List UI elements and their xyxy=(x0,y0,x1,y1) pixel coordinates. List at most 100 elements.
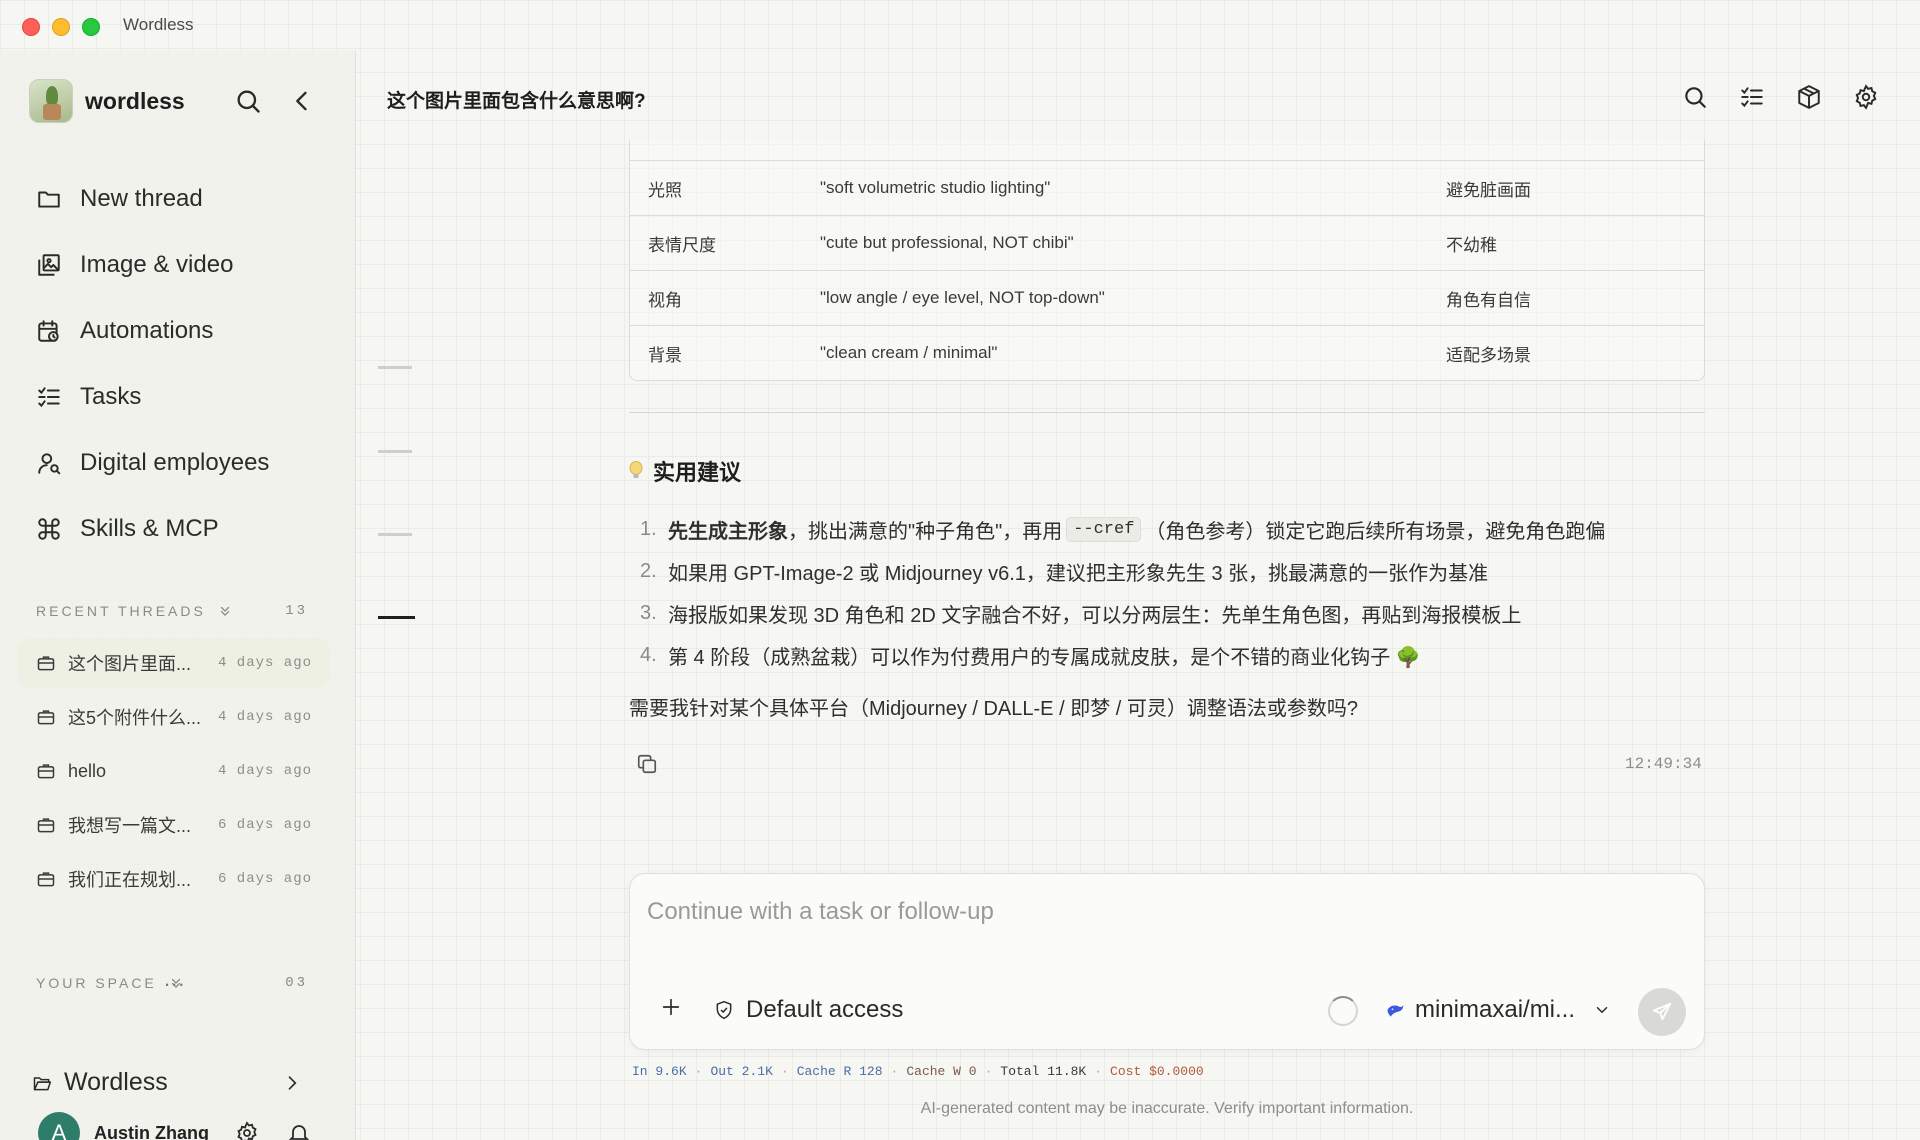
thread-time: 4 days ago xyxy=(217,709,312,725)
access-selector[interactable]: Default access xyxy=(714,996,903,1024)
table-cell: "soft volumetric studio lighting" xyxy=(820,178,1051,197)
minimize-window-button[interactable] xyxy=(52,18,70,36)
table-row: 表情尺度 "cute but professional, NOT chibi" … xyxy=(630,215,1704,270)
list-item: 2. 如果用 GPT-Image-2 或 Midjourney v6.1，建议把… xyxy=(640,550,1720,592)
nav-digital-employees[interactable]: Digital employees xyxy=(36,430,336,496)
nav-skills-mcp[interactable]: Skills & MCP xyxy=(36,496,336,562)
model-name: minimaxai/mi... xyxy=(1415,996,1576,1023)
window-title: Wordless xyxy=(123,15,194,34)
user-name[interactable]: Austin Zhang xyxy=(94,1123,209,1140)
package-icon[interactable] xyxy=(1796,84,1822,110)
table-cell: "clean cream / minimal" xyxy=(820,343,998,362)
copy-icon[interactable] xyxy=(636,753,658,775)
your-space-header[interactable]: YOUR SPACE 03 xyxy=(36,975,308,991)
table-cell: 光照 xyxy=(648,180,682,200)
stat-separator: · xyxy=(1094,1064,1103,1079)
stat-separator: · xyxy=(694,1064,703,1079)
thread-title: 这5个附件什么... xyxy=(68,708,202,728)
nav-label: Skills & MCP xyxy=(80,515,219,542)
list-number: 3. xyxy=(640,601,657,624)
inline-code: --cref xyxy=(1066,516,1142,542)
outline-marker[interactable] xyxy=(378,366,412,369)
search-icon[interactable] xyxy=(1682,84,1708,110)
thread-time: 4 days ago xyxy=(217,763,312,779)
thread-item[interactable]: 我们正在规划... 6 days ago xyxy=(18,854,330,904)
folder-open-icon xyxy=(33,1076,52,1090)
tip-bold: 先生成主形象 xyxy=(668,520,788,543)
space-item-wordless[interactable]: Wordless xyxy=(32,1068,314,1097)
thread-item[interactable]: 这5个附件什么... 4 days ago xyxy=(18,692,330,742)
thread-item[interactable]: 这个图片里面... 4 days ago xyxy=(18,638,330,688)
outline-marker[interactable] xyxy=(378,450,412,453)
space-name: Wordless xyxy=(64,1068,168,1096)
stat-separator: · xyxy=(780,1064,789,1079)
nav-tasks[interactable]: Tasks xyxy=(36,364,336,430)
tips-title: 实用建议 xyxy=(653,460,742,485)
tip-text: 海报版如果发现 3D 角色和 2D 文字融合不好，可以分两层生：先单生角色图，再… xyxy=(668,604,1522,627)
nav-label: Image & video xyxy=(80,251,234,278)
send-button[interactable] xyxy=(1638,988,1686,1036)
stat-total: Total 11.8K xyxy=(1000,1064,1087,1079)
gear-icon[interactable] xyxy=(235,1121,259,1140)
thread-title: 这个图片里面... xyxy=(68,654,192,674)
token-stats: In 9.6K · Out 2.1K · Cache R 128 · Cache… xyxy=(632,1064,1204,1079)
avatar[interactable]: A xyxy=(38,1112,80,1140)
plus-icon[interactable] xyxy=(660,996,682,1018)
tips-list: 1. 先生成主形象 ，挑出满意的"种子角色"，再用 --cref （角色参考）锁… xyxy=(640,508,1720,676)
thread-item[interactable]: 我想写一篇文... 6 days ago xyxy=(18,800,330,850)
chevron-down-icon xyxy=(1596,1007,1608,1014)
list-number: 2. xyxy=(640,559,657,582)
recent-threads-header[interactable]: RECENT THREADS 13 xyxy=(36,603,308,619)
table-cell: "cute but professional, NOT chibi" xyxy=(820,233,1074,252)
stat-in: In 9.6K xyxy=(632,1064,687,1079)
briefcase-icon xyxy=(37,818,55,833)
thread-title: 我想写一篇文... xyxy=(68,816,192,836)
thread-time: 6 days ago xyxy=(217,817,312,833)
search-icon[interactable] xyxy=(234,87,262,115)
divider xyxy=(629,412,1705,413)
recent-threads-count: 13 xyxy=(285,603,308,619)
briefcase-icon xyxy=(37,872,55,887)
close-window-button[interactable] xyxy=(22,18,40,36)
table-cell: "low angle / eye level, NOT top-down" xyxy=(820,288,1105,307)
outline-marker[interactable] xyxy=(378,533,412,536)
thread-title: 我们正在规划... xyxy=(68,870,192,890)
thread-time: 6 days ago xyxy=(217,871,312,887)
nav-image-video[interactable]: Image & video xyxy=(36,232,336,298)
main-nav: New thread Image & video Automations Tas… xyxy=(36,166,336,562)
model-selector[interactable]: minimaxai/mi... xyxy=(1385,996,1621,1024)
bell-icon[interactable] xyxy=(287,1121,311,1140)
zoom-window-button[interactable] xyxy=(82,18,100,36)
list-item: 3. 海报版如果发现 3D 角色和 2D 文字融合不好，可以分两层生：先单生角色… xyxy=(640,592,1720,634)
sidebar: wordless New thread Image & video Automa… xyxy=(0,50,356,1140)
list-item: 1. 先生成主形象 ，挑出满意的"种子角色"，再用 --cref （角色参考）锁… xyxy=(640,508,1720,550)
send-icon xyxy=(1652,1002,1672,1021)
table-row: 视角 "low angle / eye level, NOT top-down"… xyxy=(630,270,1704,325)
calendar-clock-icon xyxy=(38,320,59,342)
collapse-sidebar-icon[interactable] xyxy=(288,87,316,115)
table-cell: 表情尺度 xyxy=(648,235,716,255)
image-icon xyxy=(38,254,60,276)
message-input[interactable]: Continue with a task or follow-up xyxy=(647,898,994,926)
thread-item[interactable]: hello 4 days ago xyxy=(18,746,330,796)
checklist-icon[interactable] xyxy=(1739,84,1765,110)
thread-title-header: 这个图片里面包含什么意思啊? xyxy=(387,91,646,112)
app-logo xyxy=(29,79,73,123)
follow-up-question: 需要我针对某个具体平台（Midjourney / DALL-E / 即梦 / 可… xyxy=(629,698,1358,720)
table-row: 背景 "clean cream / minimal" 适配多场景 xyxy=(630,325,1704,380)
thread-time: 4 days ago xyxy=(217,655,312,671)
brand[interactable]: wordless xyxy=(29,79,185,123)
gear-icon[interactable] xyxy=(1853,84,1879,110)
tip-text: 第 4 阶段（成熟盆栽）可以作为付费用户的专属成就皮肤，是个不错的商业化钩子 🌳 xyxy=(668,646,1421,669)
tip-text: ，挑出满意的"种子角色"，再用 xyxy=(788,520,1063,543)
title-bar: Wordless xyxy=(0,0,1920,50)
stat-separator: · xyxy=(890,1064,899,1079)
list-number: 4. xyxy=(640,643,657,666)
nav-new-thread[interactable]: New thread xyxy=(36,166,336,232)
nav-automations[interactable]: Automations xyxy=(36,298,336,364)
prompt-parameter-table: 光照 "soft volumetric studio lighting" 避免脏… xyxy=(629,140,1705,381)
stat-cache-write: Cache W 0 xyxy=(906,1064,977,1079)
tips-heading: 实用建议 xyxy=(629,455,741,487)
loading-spinner xyxy=(1328,996,1358,1026)
outline-marker-active[interactable] xyxy=(378,616,415,619)
